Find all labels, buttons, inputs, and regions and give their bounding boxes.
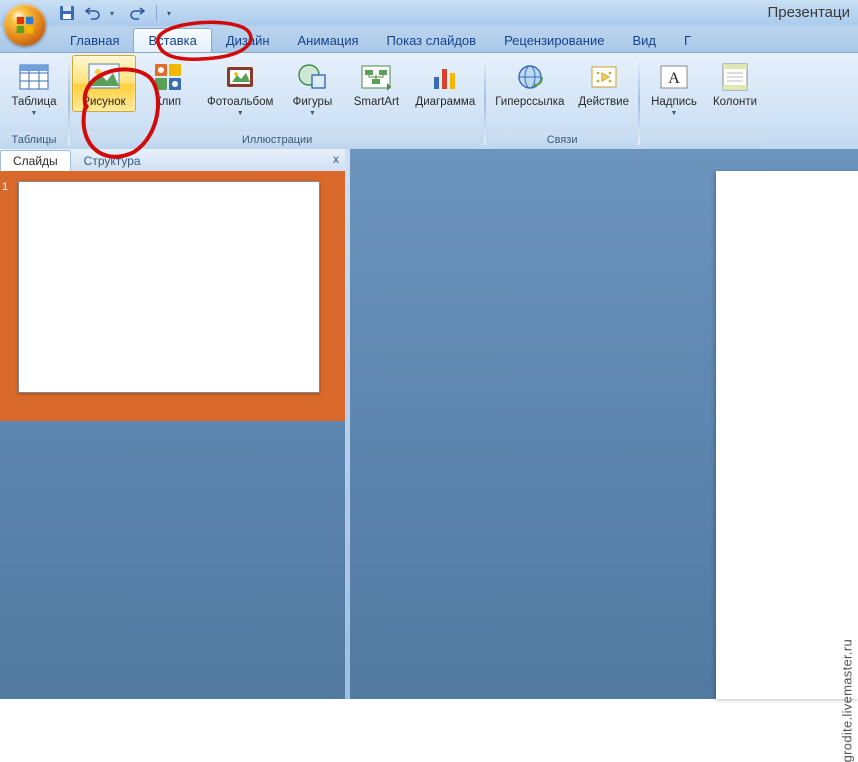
tab-view[interactable]: Вид [618,29,670,52]
chevron-down-icon: ▼ [671,110,678,117]
ribbon-group-links: Гиперссылка Действие Связи [486,53,638,149]
tab-home[interactable]: Главная [56,29,133,52]
qat-customize-icon[interactable]: ▾ [167,9,177,18]
slide-number: 1 [2,181,8,193]
quick-access-toolbar: ▾ ▾ [58,0,177,26]
ribbon-tabs: Главная Вставка Дизайн Анимация Показ сл… [0,26,858,53]
photoalbum-icon [223,60,257,94]
shapes-button[interactable]: Фигуры ▼ [280,55,344,120]
textbox-button[interactable]: A Надпись ▼ [642,55,706,120]
thumbnail-area: 1 [0,171,345,421]
ribbon-group-tables: Таблица ▼ Таблицы [0,53,68,149]
group-label-tables: Таблицы [4,132,64,149]
action-label: Действие [578,96,629,109]
chart-button[interactable]: Диаграмма [408,55,482,112]
pane-tab-slides[interactable]: Слайды [0,150,71,172]
slide-thumbnail[interactable] [18,181,320,393]
smartart-button[interactable]: SmartArt [344,55,408,112]
tab-animation[interactable]: Анимация [284,29,373,52]
action-button[interactable]: Действие [571,55,636,112]
qat-separator [156,5,157,21]
headerfooter-button[interactable]: Колонти [706,55,764,112]
chevron-down-icon: ▼ [309,110,316,117]
group-label-illustrations: Иллюстрации [74,132,480,149]
picture-label: Рисунок [82,96,125,109]
undo-icon[interactable] [84,4,102,22]
ribbon-group-text: A Надпись ▼ Колонти [640,53,766,149]
chevron-down-icon: ▼ [237,110,244,117]
textbox-label: Надпись [651,96,697,109]
chart-icon [428,60,462,94]
save-icon[interactable] [58,4,76,22]
textbox-icon: A [657,60,691,94]
ribbon-group-illustrations: Рисунок Клип Фотоальбом ▼ Фигуры [70,53,484,149]
smartart-label: SmartArt [354,96,399,109]
picture-button[interactable]: Рисунок [72,55,136,112]
action-icon [587,60,621,94]
slide-canvas[interactable] [716,171,858,699]
office-button[interactable] [4,4,46,46]
table-button[interactable]: Таблица ▼ [2,55,66,120]
pane-splitter[interactable] [345,149,350,699]
ribbon: Таблица ▼ Таблицы Рисунок Клип [0,53,858,150]
watermark: grodite.livemaster.ru [839,639,854,762]
tab-insert[interactable]: Вставка [133,28,211,52]
hyperlink-icon [513,60,547,94]
chart-label: Диаграмма [415,96,475,109]
tab-review[interactable]: Рецензирование [490,29,618,52]
shapes-label: Фигуры [293,96,333,109]
workspace: Слайды Структура x 1 [0,149,858,699]
window-title: Презентаци [768,4,851,21]
group-label-links: Связи [490,132,634,149]
headerfooter-label: Колонти [713,96,757,109]
shapes-icon [295,60,329,94]
clip-label: Клип [155,96,181,109]
hyperlink-button[interactable]: Гиперссылка [488,55,571,112]
smartart-icon [359,60,393,94]
pane-close-icon[interactable]: x [333,152,339,166]
photoalbum-button[interactable]: Фотоальбом ▼ [200,55,280,120]
picture-icon [87,60,121,94]
pane-tabs: Слайды Структура x [0,149,345,172]
hyperlink-label: Гиперссылка [495,96,564,109]
table-icon [17,60,51,94]
clip-button[interactable]: Клип [136,55,200,112]
undo-dropdown-icon[interactable]: ▾ [110,9,120,18]
title-bar: ▾ ▾ Презентаци [0,0,858,26]
headerfooter-icon [718,60,752,94]
photoalbum-label: Фотоальбом [207,96,273,109]
redo-icon[interactable] [128,4,146,22]
group-label-text [644,132,762,149]
tab-design[interactable]: Дизайн [212,29,284,52]
tab-slideshow[interactable]: Показ слайдов [373,29,491,52]
svg-text:A: A [668,70,680,87]
pane-tab-outline[interactable]: Структура [71,150,154,171]
table-label: Таблица [11,96,56,109]
slides-pane: Слайды Структура x 1 [0,149,345,699]
chevron-down-icon: ▼ [31,110,38,117]
tab-extra[interactable]: Г [670,29,705,52]
clip-icon [151,60,185,94]
